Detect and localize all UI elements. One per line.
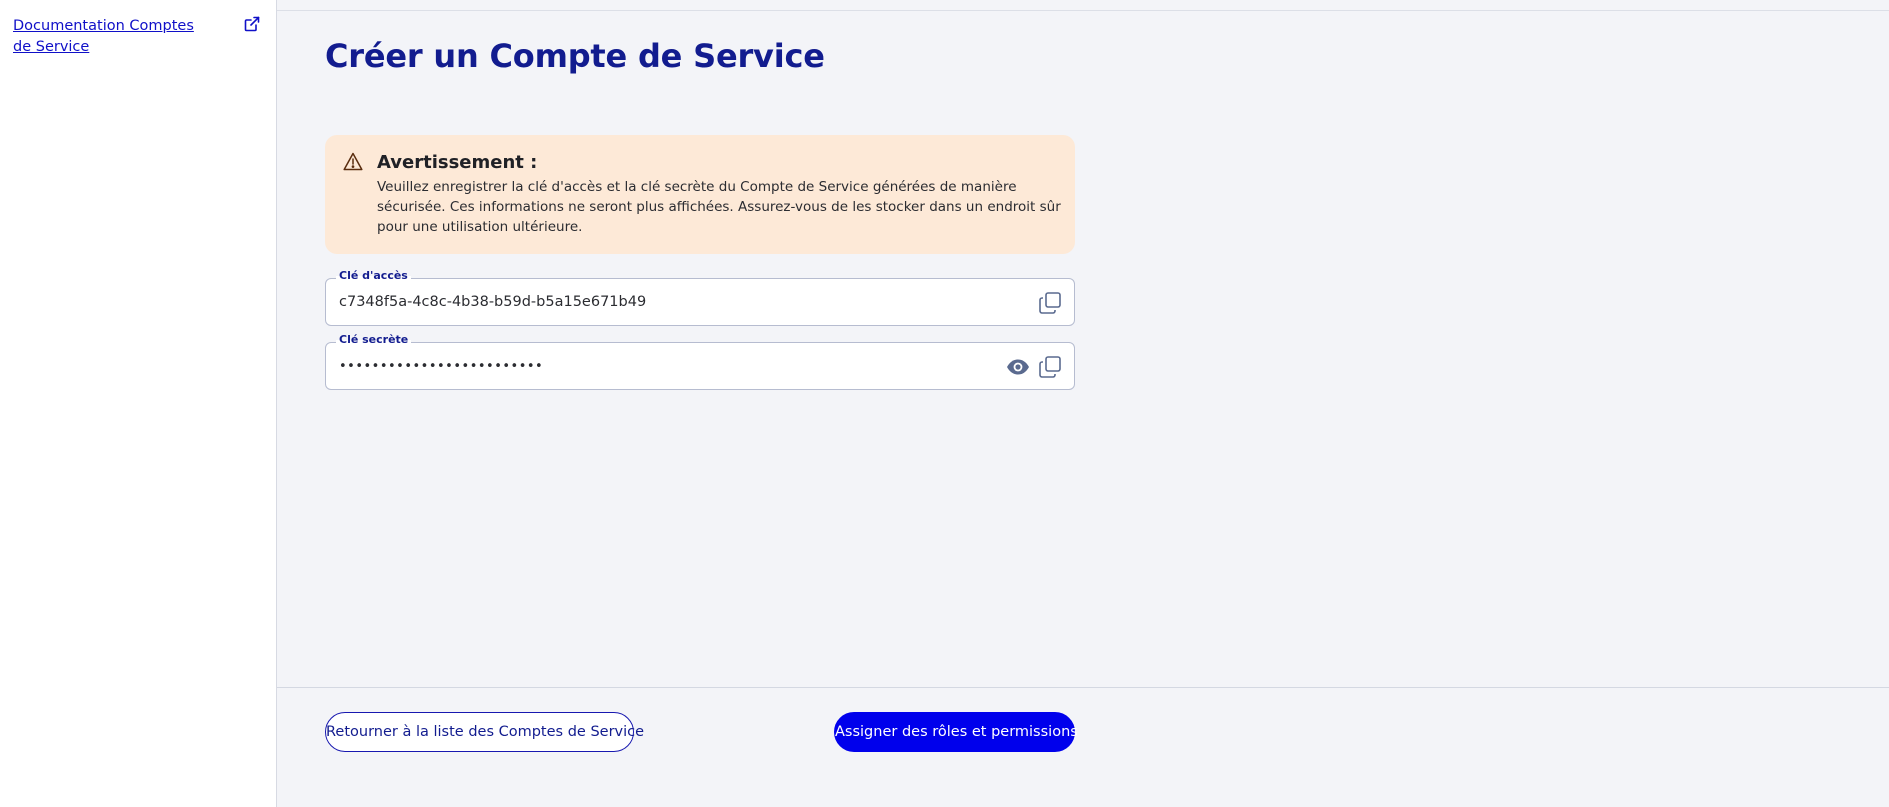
page-title: Créer un Compte de Service (325, 37, 825, 75)
warning-message: Veuillez enregistrer la clé d'accès et l… (377, 179, 1061, 235)
secret-key-input[interactable] (339, 357, 979, 377)
sidebar: Documentation Comptes de Service (0, 0, 277, 807)
secret-key-label: Clé secrète (336, 333, 412, 347)
external-link-icon[interactable] (244, 16, 260, 32)
warning-triangle-icon (343, 152, 363, 171)
assign-roles-button[interactable]: Assigner des rôles et permissions (834, 712, 1078, 752)
secret-key-field: Clé secrète (325, 333, 1075, 390)
main-content: Créer un Compte de Service Avertissement… (277, 0, 1889, 807)
access-key-label: Clé d'accès (336, 269, 411, 283)
access-key-field: Clé d'accès (325, 269, 1075, 326)
copy-icon[interactable] (1038, 355, 1062, 379)
copy-icon[interactable] (1038, 291, 1062, 315)
footer-divider (277, 687, 1889, 688)
documentation-link[interactable]: Documentation Comptes de Service (13, 16, 213, 58)
access-key-input[interactable] (339, 292, 979, 312)
eye-icon[interactable] (1006, 356, 1030, 378)
warning-title: Avertissement : (377, 152, 538, 173)
back-to-list-button[interactable]: Retourner à la liste des Comptes de Serv… (325, 712, 644, 752)
warning-banner: Avertissement : Veuillez enregistrer la … (325, 135, 1075, 254)
